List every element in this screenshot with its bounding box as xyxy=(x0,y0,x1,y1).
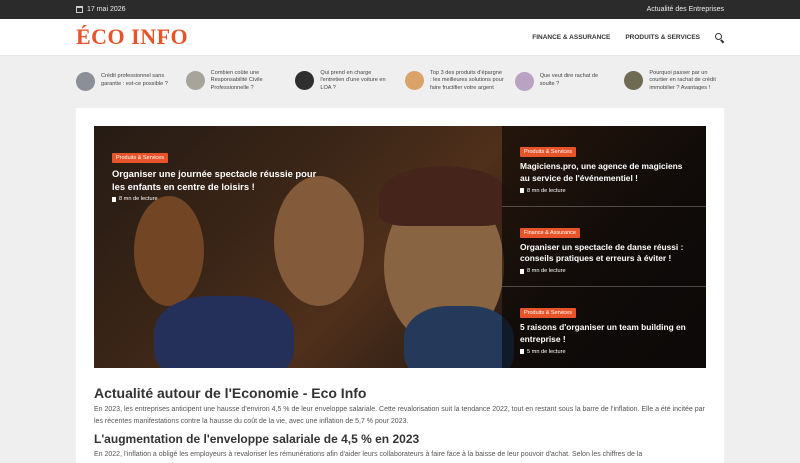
ticker-title: Que veut dire rachat de soulte ? xyxy=(539,73,599,87)
reading-time-text: 8 mn de lecture xyxy=(527,268,566,275)
article-body: Actualité autour de l'Economie - Eco Inf… xyxy=(94,385,706,461)
side-article-title[interactable]: Magiciens.pro, une agence de magiciens a… xyxy=(520,161,690,185)
main-content: Produits & Services Organiser une journé… xyxy=(76,108,724,463)
side-article-title[interactable]: Organiser un spectacle de danse réussi :… xyxy=(520,242,690,266)
news-ticker: Crédit professionnel sans garantie : est… xyxy=(0,56,800,106)
book-icon xyxy=(520,188,524,194)
featured-title[interactable]: Organiser une journée spectacle réussie … xyxy=(112,168,327,193)
ticker-title: Crédit professionnel sans garantie : est… xyxy=(101,73,168,87)
ticker-item[interactable]: Pourquoi passer par un courtier en racha… xyxy=(624,70,724,93)
article-paragraph: En 2022, l'inflation a obligé les employ… xyxy=(94,451,643,459)
reading-time-text: 8 mn de lecture xyxy=(119,196,158,203)
ticker-item[interactable]: Crédit professionnel sans garantie : est… xyxy=(76,71,176,91)
date-text: 17 mai 2026 xyxy=(87,6,126,13)
main-nav: FINANCE & ASSURANCE PRODUITS & SERVICES xyxy=(532,32,724,42)
nav-produits-services[interactable]: PRODUITS & SERVICES xyxy=(625,34,700,41)
side-article[interactable]: Produits & Services 5 raisons d'organise… xyxy=(502,287,706,368)
date-display: 17 mai 2026 xyxy=(76,6,126,13)
book-icon xyxy=(520,268,524,274)
ticker-title: Combien coûte une Responsabilité Civile … xyxy=(210,69,263,91)
ticker-thumbnail xyxy=(514,71,534,91)
ticker-item[interactable]: Qui prend en charge l'entretien d'une vo… xyxy=(295,70,395,93)
article-heading: Actualité autour de l'Economie - Eco Inf… xyxy=(94,385,367,401)
book-icon xyxy=(520,349,524,355)
reading-time: 8 mn de lecture xyxy=(112,196,327,202)
featured-article[interactable]: Produits & Services Organiser une journé… xyxy=(112,146,327,202)
ticker-thumbnail xyxy=(185,71,205,91)
ticker-title: Qui prend en charge l'entretien d'une vo… xyxy=(320,69,386,91)
search-icon[interactable] xyxy=(715,32,724,42)
article-subheading: L'augmentation de l'enveloppe salariale … xyxy=(94,432,420,447)
ticker-thumbnail xyxy=(405,71,425,91)
side-article[interactable]: Finance & Assurance Organiser un spectac… xyxy=(502,207,706,288)
article-paragraph: En 2023, les entreprises anticipent une … xyxy=(94,406,705,425)
ticker-item[interactable]: Top 3 des produits d'épargne : les meill… xyxy=(405,70,505,93)
hero-slider: Produits & Services Organiser une journé… xyxy=(94,126,706,368)
site-header: ÉCO INFO FINANCE & ASSURANCE PRODUITS & … xyxy=(0,19,800,56)
ticker-title: Top 3 des produits d'épargne : les meill… xyxy=(430,69,504,91)
ticker-title: Pourquoi passer par un courtier en racha… xyxy=(649,69,716,91)
ticker-item[interactable]: Combien coûte une Responsabilité Civile … xyxy=(185,69,286,93)
category-badge[interactable]: Finance & Assurance xyxy=(520,227,580,238)
category-badge[interactable]: Produits & Services xyxy=(520,147,576,157)
reading-time: 8 mn de lecture xyxy=(520,188,690,194)
reading-time: 8 mn de lecture xyxy=(520,268,690,274)
site-logo[interactable]: ÉCO INFO xyxy=(76,24,188,50)
category-badge[interactable]: Produits & Services xyxy=(520,308,576,319)
reading-time-text: 8 mn de lecture xyxy=(527,187,566,194)
side-articles: Produits & Services Magiciens.pro, une a… xyxy=(502,126,706,368)
top-bar: 17 mai 2026 Actualité des Entreprises xyxy=(0,0,800,19)
side-article-title[interactable]: 5 raisons d'organiser un team building e… xyxy=(520,322,690,346)
business-news-link[interactable]: Actualité des Entreprises xyxy=(647,6,724,13)
category-badge[interactable]: Produits & Services xyxy=(112,153,168,163)
reading-time: 5 mn de lecture xyxy=(520,349,690,355)
ticker-item[interactable]: Que veut dire rachat de soulte ? xyxy=(514,71,615,91)
nav-finance-assurance[interactable]: FINANCE & ASSURANCE xyxy=(532,34,610,41)
ticker-thumbnail xyxy=(295,71,315,91)
book-icon xyxy=(112,196,116,202)
ticker-thumbnail xyxy=(624,71,644,91)
side-article[interactable]: Produits & Services Magiciens.pro, une a… xyxy=(502,126,706,207)
calendar-icon xyxy=(76,6,83,13)
reading-time-text: 5 mn de lecture xyxy=(527,348,566,355)
ticker-thumbnail xyxy=(76,71,95,91)
